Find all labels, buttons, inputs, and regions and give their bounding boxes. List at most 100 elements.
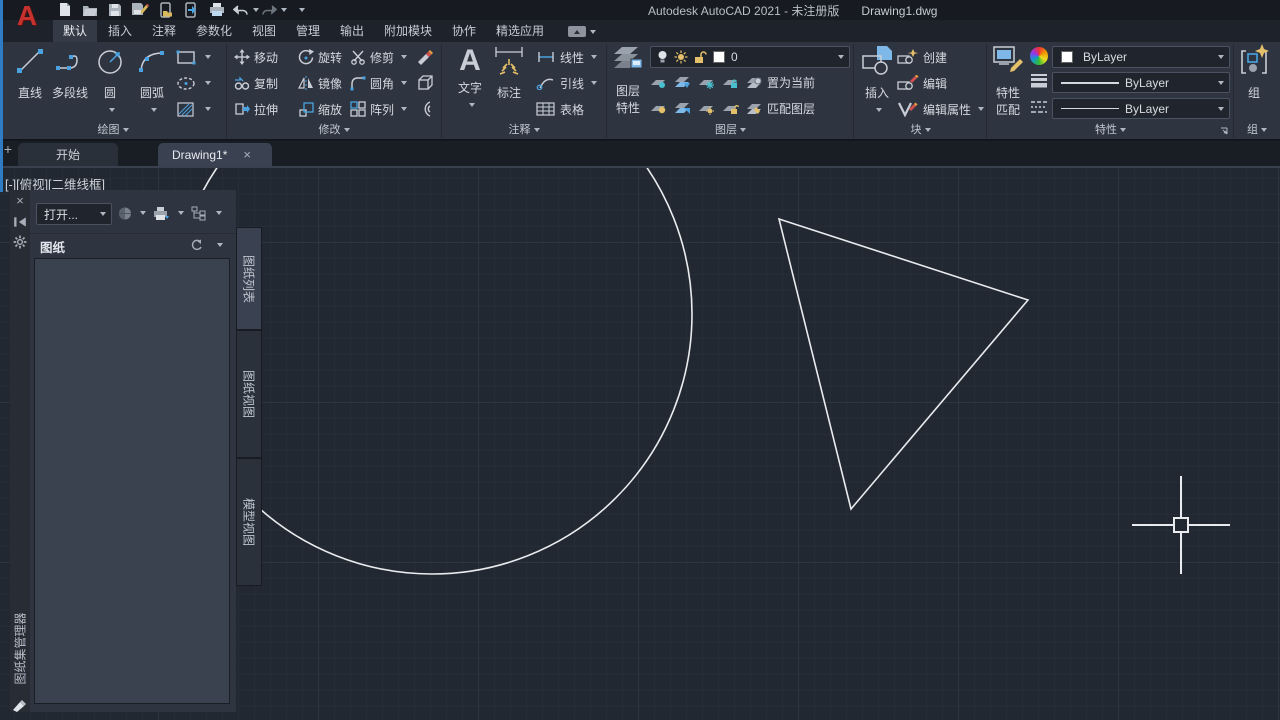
edit-block-button[interactable]: 编辑: [897, 74, 947, 92]
new-file-button[interactable]: [55, 1, 75, 18]
text-button[interactable]: A 文字: [448, 44, 492, 120]
redo-button[interactable]: [259, 1, 279, 18]
file-tab-drawing1[interactable]: Drawing1* ×: [158, 143, 272, 166]
sheet-tree-icon[interactable]: [191, 206, 207, 221]
layer-select-combo[interactable]: 0: [650, 46, 850, 68]
tree-dropdown-arrow-icon[interactable]: [216, 211, 222, 215]
trim-dropdown-arrow-icon[interactable]: [401, 55, 407, 59]
save-as-button[interactable]: [130, 1, 150, 18]
ribbon-tab-featured-apps[interactable]: 精选应用: [486, 20, 554, 42]
layer-properties-button[interactable]: 图层特性: [608, 44, 648, 120]
circle-button[interactable]: 圆: [88, 44, 132, 120]
stretch-button[interactable]: 拉伸: [234, 100, 278, 118]
layers-panel-title[interactable]: 图层: [608, 123, 853, 138]
trim-button[interactable]: 修剪: [350, 48, 407, 66]
redo-dropdown-arrow-icon[interactable]: [281, 8, 287, 12]
ribbon-tab-view[interactable]: 视图: [242, 20, 286, 42]
palette-properties-gear-icon[interactable]: [13, 235, 27, 249]
rectangle-dropdown-arrow-icon[interactable]: [205, 55, 211, 59]
palette-tab-sheet-views[interactable]: 图纸视图: [236, 330, 262, 458]
undo-button[interactable]: [231, 1, 251, 18]
plot-button[interactable]: [207, 1, 227, 18]
palette-tab-model-views[interactable]: 模型视图: [236, 458, 262, 586]
create-block-button[interactable]: 创建: [897, 48, 947, 66]
ribbon-tab-default[interactable]: 默认: [53, 20, 97, 42]
polyline-button[interactable]: 多段线: [48, 44, 92, 120]
publish-icon[interactable]: [117, 206, 133, 221]
ribbon-tab-manage[interactable]: 管理: [286, 20, 330, 42]
open-file-button[interactable]: [80, 1, 100, 18]
file-tab-start[interactable]: 开始: [18, 143, 118, 166]
fillet-dropdown-arrow-icon[interactable]: [401, 81, 407, 85]
save-button[interactable]: [105, 1, 125, 18]
palette-autohide-pin-icon[interactable]: [13, 215, 27, 229]
linetype-combo[interactable]: ByLayer: [1052, 98, 1230, 119]
line-button[interactable]: 直线: [8, 44, 52, 120]
palette-grip-icon[interactable]: [12, 698, 28, 712]
rectangle-button[interactable]: [176, 48, 211, 66]
mirror-button[interactable]: 镜像: [298, 74, 342, 92]
plot-dropdown-arrow-icon[interactable]: [178, 211, 184, 215]
arc-button[interactable]: 圆弧: [130, 44, 174, 120]
ribbon-tab-annotate[interactable]: 注释: [142, 20, 186, 42]
hatch-button[interactable]: [176, 100, 211, 118]
refresh-icon[interactable]: [190, 239, 203, 252]
layer-freeze-button[interactable]: [674, 73, 691, 91]
sheets-header-arrow-icon[interactable]: [217, 243, 223, 247]
insert-dropdown-arrow-icon[interactable]: [876, 108, 882, 112]
layer-snowflake-button[interactable]: [698, 73, 715, 91]
ribbon-tab-insert[interactable]: 插入: [98, 20, 142, 42]
edit-attributes-button[interactable]: 编辑属性: [897, 100, 984, 118]
block-panel-title[interactable]: 块: [855, 123, 986, 138]
arc-dropdown-arrow-icon[interactable]: [151, 108, 157, 112]
scale-button[interactable]: 缩放: [298, 100, 342, 118]
object-color-combo[interactable]: ByLayer: [1052, 46, 1230, 68]
hatch-dropdown-arrow-icon[interactable]: [205, 107, 211, 111]
leader-dropdown-arrow-icon[interactable]: [591, 81, 597, 85]
move-button[interactable]: 移动: [234, 48, 278, 66]
layer-sun-small-button[interactable]: [698, 99, 715, 117]
autocad-logo[interactable]: A: [9, 0, 45, 33]
copy-button[interactable]: 复制: [234, 74, 278, 92]
lineweight-combo[interactable]: ByLayer: [1052, 72, 1230, 93]
match-properties-button[interactable]: 特性匹配: [988, 44, 1028, 120]
layer-lock-button[interactable]: [722, 73, 739, 91]
palette-tab-sheet-list[interactable]: 图纸列表: [236, 227, 262, 330]
sheets-section-header[interactable]: 图纸: [30, 233, 236, 255]
insert-block-button[interactable]: 插入: [855, 44, 899, 120]
ribbon-tab-output[interactable]: 输出: [330, 20, 374, 42]
palette-close-icon[interactable]: ×: [13, 194, 27, 208]
circle-dropdown-arrow-icon[interactable]: [109, 108, 115, 112]
layer-thaw-button[interactable]: [674, 99, 691, 117]
file-tab-close-icon[interactable]: ×: [243, 147, 251, 162]
plot-details-icon[interactable]: [153, 206, 169, 221]
explode-button[interactable]: [416, 74, 434, 92]
sheet-list-area[interactable]: [34, 258, 230, 704]
offset-button[interactable]: [416, 100, 434, 118]
leader-button[interactable]: 引线: [536, 74, 597, 92]
group-panel-title[interactable]: 组: [1235, 123, 1280, 138]
array-dropdown-arrow-icon[interactable]: [401, 107, 407, 111]
modify-panel-title[interactable]: 修改: [228, 123, 440, 138]
ribbon-minimize-button[interactable]: [565, 24, 599, 39]
properties-panel-title[interactable]: 特性: [988, 123, 1233, 138]
group-button[interactable]: 组: [1232, 44, 1276, 120]
linear-dropdown-arrow-icon[interactable]: [591, 55, 597, 59]
match-layer-button[interactable]: 匹配图层: [746, 99, 815, 117]
rotate-button[interactable]: 旋转: [298, 48, 342, 66]
ribbon-tab-collaborate[interactable]: 协作: [442, 20, 486, 42]
publish-dropdown-arrow-icon[interactable]: [140, 211, 146, 215]
open-from-mobile-button[interactable]: [156, 1, 176, 18]
layer-unlock-small-button[interactable]: [722, 99, 739, 117]
text-dropdown-arrow-icon[interactable]: [469, 103, 475, 107]
ribbon-tab-addins[interactable]: 附加模块: [374, 20, 442, 42]
ellipse-button[interactable]: [176, 74, 211, 92]
save-to-mobile-button[interactable]: [181, 1, 201, 18]
table-button[interactable]: 表格: [536, 100, 584, 118]
layer-on-button[interactable]: [650, 99, 667, 117]
erase-button[interactable]: [416, 48, 434, 66]
array-button[interactable]: 阵列: [350, 100, 407, 118]
draw-panel-title[interactable]: 绘图: [0, 123, 226, 138]
dimension-button[interactable]: 标注: [487, 44, 531, 120]
ellipse-dropdown-arrow-icon[interactable]: [205, 81, 211, 85]
